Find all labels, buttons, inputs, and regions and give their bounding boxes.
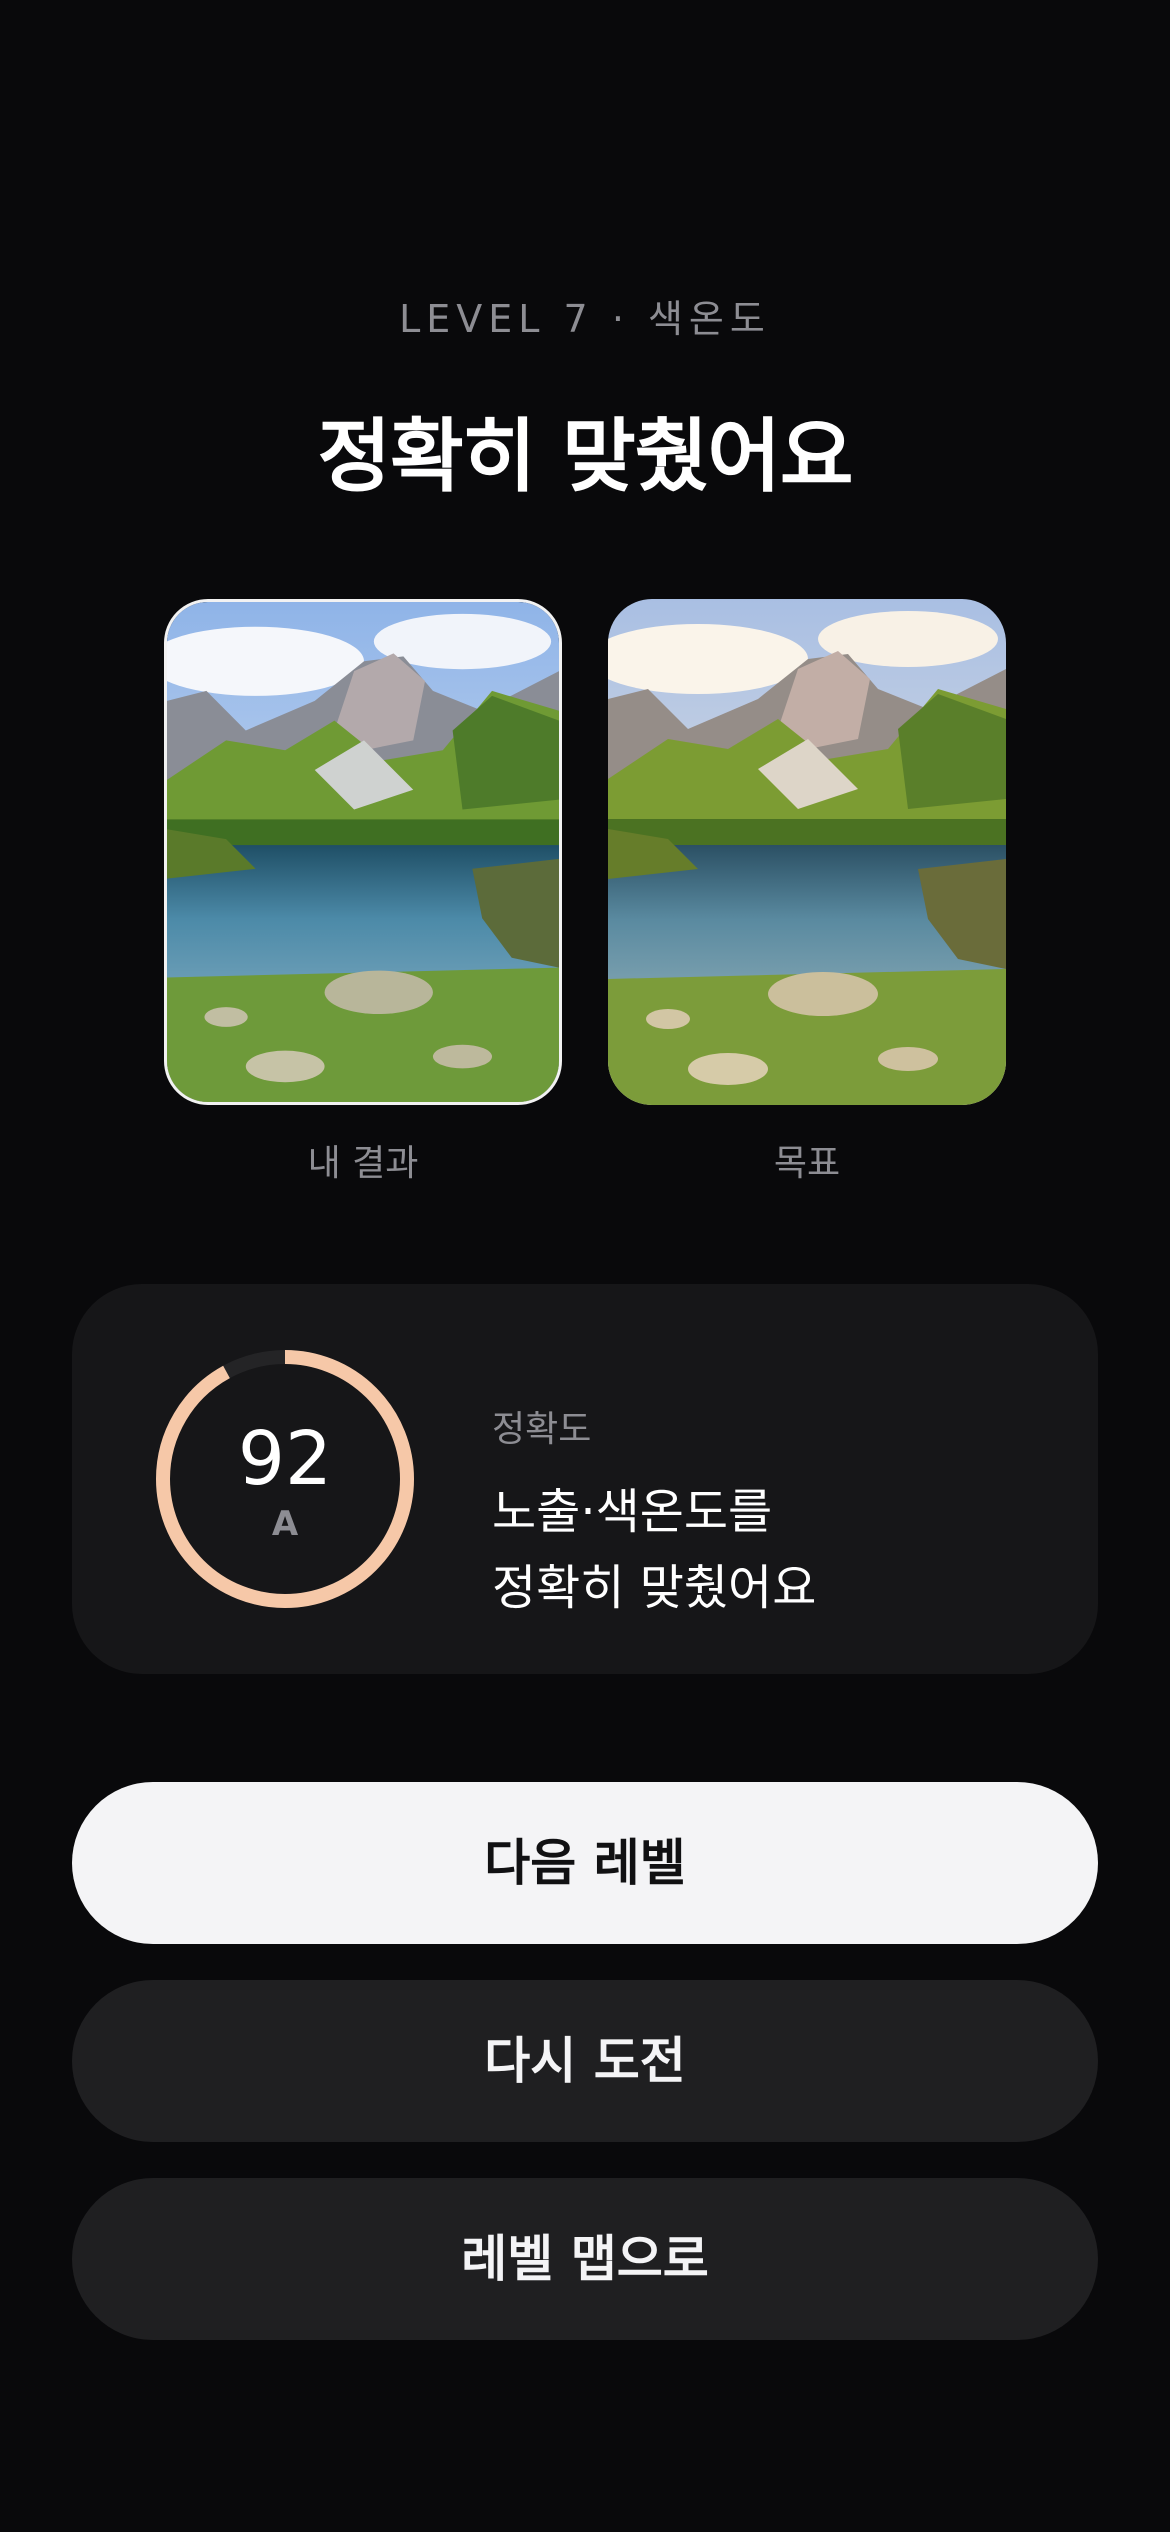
- level-map-button[interactable]: 레벨 맵으로: [72, 2178, 1098, 2340]
- page-title: 정확히 맞췄어요: [317, 410, 853, 503]
- accuracy-label: 정확도: [492, 1409, 592, 1450]
- my-result-caption: 내 결과: [307, 1143, 419, 1184]
- landscape-image: [608, 599, 1006, 1105]
- accuracy-message-line2: 정확히 맞췄어요: [492, 1560, 817, 1616]
- score-card: 92 A 정확도 노출·색온도를 정확히 맞췄어요: [72, 1284, 1098, 1674]
- landscape-image: [167, 602, 559, 1102]
- target-photo: [608, 599, 1006, 1105]
- score-grade: A: [271, 1504, 299, 1544]
- score-ring: 92 A: [150, 1344, 420, 1614]
- level-label: LEVEL 7 · 색온도: [399, 297, 771, 341]
- next-level-button[interactable]: 다음 레벨: [72, 1782, 1098, 1944]
- my-result-photo: [164, 599, 562, 1105]
- score-value: 92: [237, 1416, 333, 1502]
- accuracy-message-line1: 노출·색온도를: [492, 1484, 773, 1540]
- target-caption: 목표: [773, 1143, 841, 1184]
- retry-button[interactable]: 다시 도전: [72, 1980, 1098, 2142]
